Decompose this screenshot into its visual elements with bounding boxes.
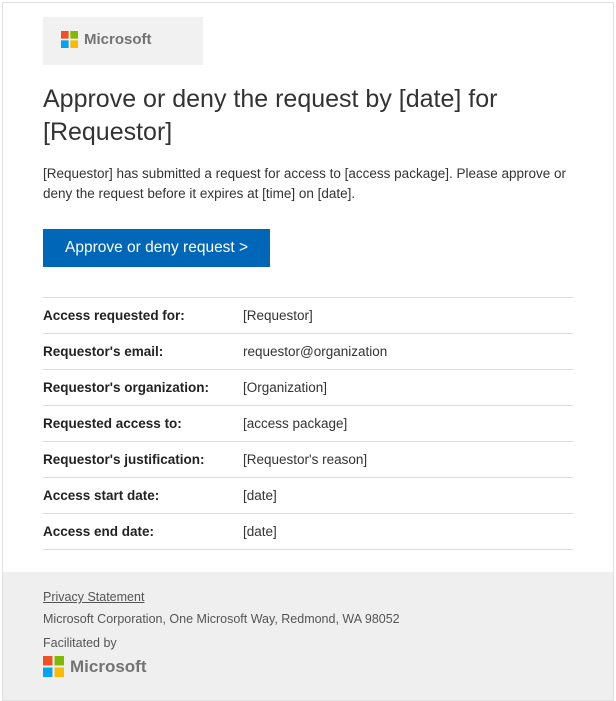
header-logo-bar: Microsoft	[43, 17, 203, 65]
table-row: Requestor's organization:[Organization]	[43, 370, 573, 406]
row-label: Requestor's justification:	[43, 442, 243, 478]
page-title: Approve or deny the request by [date] fo…	[43, 83, 573, 148]
body-text: [Requestor] has submitted a request for …	[43, 164, 573, 203]
row-value: [access package]	[243, 406, 573, 442]
row-value: requestor@organization	[243, 334, 573, 370]
table-row: Access requested for:[Requestor]	[43, 298, 573, 334]
privacy-link[interactable]: Privacy Statement	[43, 590, 144, 604]
row-label: Requestor's organization:	[43, 370, 243, 406]
footer-microsoft-logo: Microsoft	[43, 656, 147, 677]
microsoft-squares-icon	[61, 31, 78, 48]
row-label: Access end date:	[43, 514, 243, 550]
table-row: Access start date:[date]	[43, 478, 573, 514]
table-row: Requested access to:[access package]	[43, 406, 573, 442]
row-value: [Requestor]	[243, 298, 573, 334]
row-value: [date]	[243, 478, 573, 514]
brand-text: Microsoft	[84, 31, 152, 48]
row-label: Access start date:	[43, 478, 243, 514]
row-value: [Requestor's reason]	[243, 442, 573, 478]
table-row: Requestor's email:requestor@organization	[43, 334, 573, 370]
footer-brand-text: Microsoft	[70, 657, 147, 677]
microsoft-squares-icon	[43, 656, 64, 677]
footer: Privacy Statement Microsoft Corporation,…	[3, 572, 613, 700]
email-container: Microsoft Approve or deny the request by…	[2, 2, 614, 701]
footer-address: Microsoft Corporation, One Microsoft Way…	[43, 612, 573, 626]
row-label: Requestor's email:	[43, 334, 243, 370]
approve-deny-button[interactable]: Approve or deny request >	[43, 229, 270, 267]
content-area: Approve or deny the request by [date] fo…	[3, 65, 613, 572]
table-row: Access end date:[date]	[43, 514, 573, 550]
facilitated-by-label: Facilitated by	[43, 636, 573, 650]
microsoft-logo: Microsoft	[61, 31, 152, 48]
details-table: Access requested for:[Requestor]Requesto…	[43, 297, 573, 550]
table-row: Requestor's justification:[Requestor's r…	[43, 442, 573, 478]
row-value: [date]	[243, 514, 573, 550]
row-value: [Organization]	[243, 370, 573, 406]
row-label: Access requested for:	[43, 298, 243, 334]
row-label: Requested access to:	[43, 406, 243, 442]
